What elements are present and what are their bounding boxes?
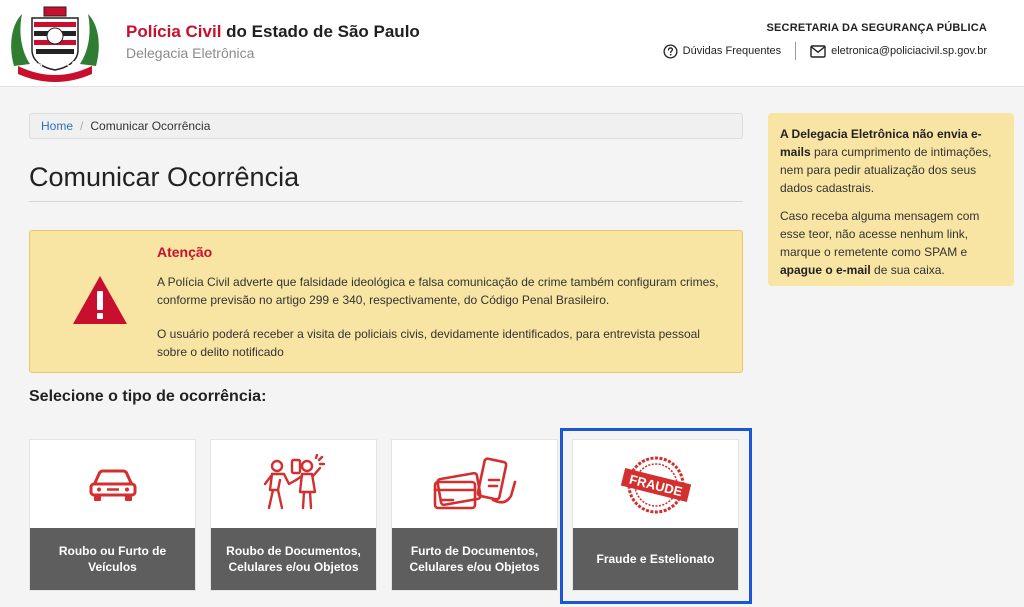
card-icon-area: [30, 440, 195, 530]
sao-paulo-coat-of-arms-logo[interactable]: [8, 4, 102, 82]
card-fraude-estelionato[interactable]: FRAUDE Fraude e Estelionato: [572, 439, 739, 591]
logo-ribbon-text: SÃO PAULO: [32, 61, 78, 68]
brand-title-rest: do Estado de São Paulo: [221, 22, 420, 41]
breadcrumb: Home / Comunicar Ocorrência: [29, 113, 743, 139]
robbery-icon: [263, 454, 325, 510]
title-divider: [29, 201, 743, 202]
breadcrumb-separator: /: [80, 119, 84, 133]
cards-phone-icon: [433, 457, 516, 510]
brand-block: Polícia Civil do Estado de São Paulo Del…: [126, 22, 420, 61]
notice-text-3: de sua caixa.: [870, 263, 945, 277]
brand-subtitle: Delegacia Eletrônica: [126, 45, 255, 61]
card-furto-documentos[interactable]: Furto de Documentos, Celulares e/ou Obje…: [391, 439, 558, 591]
header-divider: [795, 42, 797, 60]
alert-title: Atenção: [157, 244, 213, 260]
attention-alert: Atenção A Polícia Civil adverte que fals…: [29, 230, 743, 373]
email-label: eletronica@policiacivil.sp.gov.br: [831, 45, 987, 57]
card-label: Roubo de Documentos, Celulares e/ou Obje…: [211, 528, 376, 590]
notice-paragraph-1: A Delegacia Eletrônica não envia e-mails…: [780, 125, 1002, 197]
email-warning-notice: A Delegacia Eletrônica não envia e-mails…: [768, 113, 1014, 286]
alert-paragraph-1: A Polícia Civil adverte que falsidade id…: [157, 275, 719, 307]
alert-paragraph-2: O usuário poderá receber a visita de pol…: [157, 327, 700, 359]
card-icon-area: [211, 440, 376, 530]
notice-paragraph-2: Caso receba alguma mensagem com esse teo…: [780, 207, 1002, 279]
notice-text-1: para cumprimento de intimações, nem para…: [780, 145, 992, 195]
fraude-stamp-icon: FRAUDE: [620, 456, 691, 514]
brand-title-red: Polícia Civil: [126, 22, 222, 41]
select-type-heading: Selecione o tipo de ocorrência:: [29, 388, 267, 405]
page-title: Comunicar Ocorrência: [29, 162, 300, 192]
brand-title: Polícia Civil do Estado de São Paulo: [126, 22, 420, 42]
card-icon-area: [392, 440, 557, 530]
site-header: SÃO PAULO Polícia Civil do Estado de São…: [0, 0, 1024, 87]
card-icon-area: FRAUDE: [573, 440, 738, 530]
warning-triangle-icon: [73, 276, 127, 324]
email-link[interactable]: eletronica@policiacivil.sp.gov.br: [810, 44, 987, 58]
car-icon: [89, 469, 136, 501]
notice-bold-2: apague o e-mail: [780, 263, 871, 277]
card-label: Furto de Documentos, Celulares e/ou Obje…: [392, 528, 557, 590]
card-label: Fraude e Estelionato: [573, 528, 738, 590]
notice-text-2: Caso receba alguma mensagem com esse teo…: [780, 209, 980, 259]
card-roubo-documentos[interactable]: Roubo de Documentos, Celulares e/ou Obje…: [210, 439, 377, 591]
faq-label: Dúvidas Frequentes: [682, 45, 782, 57]
secretaria-label: SECRETARIA DA SEGURANÇA PÚBLICA: [766, 22, 987, 34]
header-links: Dúvidas Frequentes eletronica@policiaciv…: [663, 42, 987, 60]
breadcrumb-home-link[interactable]: Home: [41, 119, 73, 133]
question-circle-icon: [663, 43, 678, 59]
envelope-icon: [810, 44, 826, 58]
card-label: Roubo ou Furto de Veículos: [30, 528, 195, 590]
faq-link[interactable]: Dúvidas Frequentes: [663, 43, 782, 59]
breadcrumb-current: Comunicar Ocorrência: [90, 119, 211, 133]
card-roubo-furto-veiculos[interactable]: Roubo ou Furto de Veículos: [29, 439, 196, 591]
